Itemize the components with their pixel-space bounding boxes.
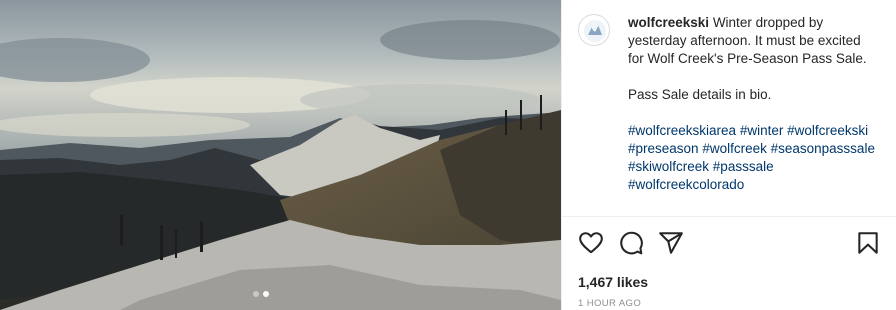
- hashtag-link[interactable]: #wolfcreek: [702, 141, 767, 156]
- divider: [562, 216, 896, 217]
- hashtag-link[interactable]: #wolfcreekcolorado: [628, 177, 744, 192]
- carousel-dot-1[interactable]: [253, 291, 259, 297]
- like-button[interactable]: [578, 230, 606, 258]
- hashtag-link[interactable]: #seasonpasssale: [771, 141, 875, 156]
- save-button[interactable]: [855, 230, 883, 258]
- hashtag-link[interactable]: #passsale: [713, 159, 774, 174]
- post-side-panel: wolfcreekski Winter dropped by yesterday…: [561, 0, 896, 310]
- post-photo[interactable]: [0, 0, 561, 310]
- paper-plane-icon: [659, 232, 683, 254]
- bookmark-icon: [858, 232, 878, 254]
- carousel-indicator: [253, 291, 269, 297]
- hashtag-link[interactable]: #wolfcreekskiarea: [628, 123, 736, 138]
- comment-icon: [620, 231, 643, 255]
- wolf-logo-icon: [584, 20, 606, 42]
- comment-button[interactable]: [618, 230, 646, 258]
- post-timestamp[interactable]: 1 HOUR AGO: [578, 298, 641, 309]
- heart-icon: [579, 232, 603, 254]
- caption-area: wolfcreekski Winter dropped by yesterday…: [562, 0, 896, 216]
- username-link[interactable]: wolfcreekski: [628, 15, 709, 30]
- instagram-post: wolfcreekski Winter dropped by yesterday…: [0, 0, 896, 310]
- hashtag-link[interactable]: #winter: [740, 123, 784, 138]
- caption: wolfcreekski Winter dropped by yesterday…: [628, 14, 878, 216]
- action-bar: [578, 230, 883, 258]
- avatar[interactable]: [578, 14, 610, 46]
- mountain-landscape-image: [0, 0, 561, 310]
- carousel-dot-2-active[interactable]: [263, 291, 269, 297]
- hashtag-link[interactable]: #wolfcreekski: [787, 123, 868, 138]
- caption-line-2: Pass Sale details in bio.: [628, 87, 772, 102]
- hashtag-link[interactable]: #skiwolfcreek: [628, 159, 709, 174]
- hashtags: #wolfcreekskiarea #winter #wolfcreekski …: [628, 122, 878, 194]
- hashtag-link[interactable]: #preseason: [628, 141, 699, 156]
- share-button[interactable]: [658, 230, 686, 258]
- likes-count[interactable]: 1,467 likes: [578, 274, 648, 290]
